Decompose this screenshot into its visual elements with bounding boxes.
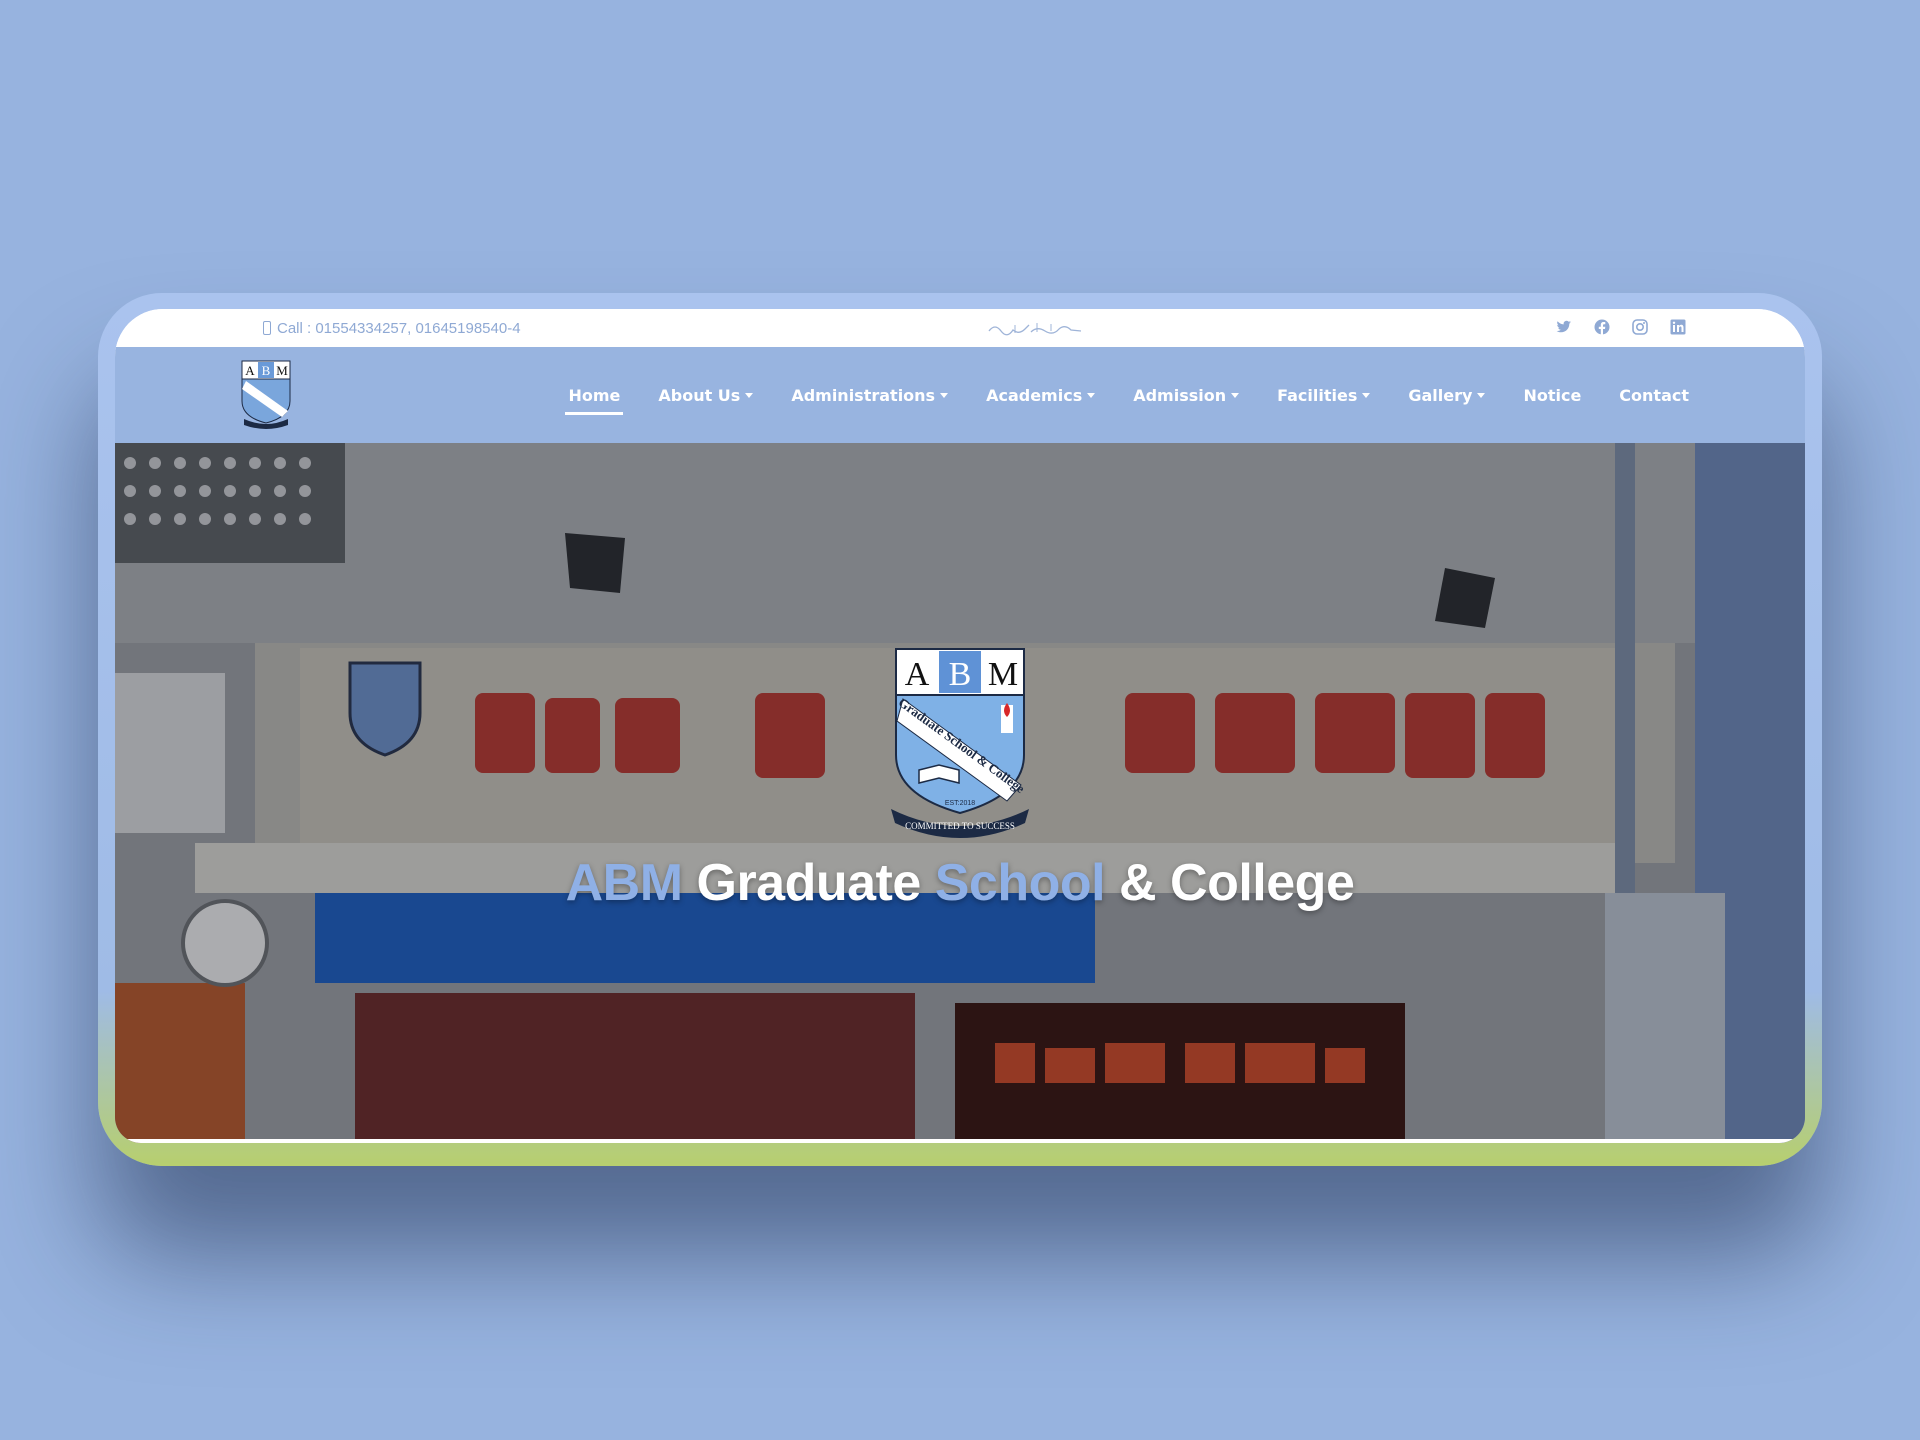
facebook-icon[interactable] <box>1593 318 1611 336</box>
hero-title-abm: ABM <box>565 854 683 912</box>
svg-text:A: A <box>245 363 255 378</box>
logo-letter-m: M <box>988 656 1018 693</box>
nav-item-contact[interactable]: Contact <box>1619 386 1689 405</box>
logo-motto-text: COMMITTED TO SUCCESS <box>905 821 1015 831</box>
nav-item-gallery[interactable]: Gallery <box>1408 386 1486 405</box>
nav-item-home[interactable]: Home <box>565 386 624 415</box>
social-links <box>1555 318 1687 336</box>
nav-item-facilities[interactable]: Facilities <box>1277 386 1371 405</box>
main-navbar: A B M Home About Us Administrations Acad… <box>115 347 1805 443</box>
chevron-down-icon <box>1087 392 1096 398</box>
nav-item-about-us[interactable]: About Us <box>658 386 754 405</box>
chevron-down-icon <box>1231 392 1240 398</box>
bismillah-calligraphy-icon <box>988 323 1082 336</box>
nav-item-notice[interactable]: Notice <box>1523 386 1581 405</box>
hero-bottom-border <box>115 1139 1805 1143</box>
phone-icon <box>263 321 271 335</box>
instagram-icon[interactable] <box>1631 318 1649 336</box>
logo-est-text: EST:2018 <box>945 800 975 807</box>
hero-school-logo: A B M Graduate School & College EST:2018… <box>891 648 1029 838</box>
hero-title-college: & College <box>1119 854 1355 912</box>
call-text: Call : 01554334257, 01645198540-4 <box>277 319 521 337</box>
nav-item-administrations[interactable]: Administrations <box>791 386 949 405</box>
chevron-down-icon <box>745 392 754 398</box>
linkedin-icon[interactable] <box>1669 318 1687 336</box>
chevron-down-icon <box>940 392 949 398</box>
svg-text:M: M <box>276 363 288 378</box>
nav-item-academics[interactable]: Academics <box>986 386 1096 405</box>
hero-title-school: School <box>934 854 1106 912</box>
nav-item-admission[interactable]: Admission <box>1133 386 1240 405</box>
hero-banner: A B M Graduate School & College EST:2018… <box>115 443 1805 1143</box>
top-bar: Call : 01554334257, 01645198540-4 <box>115 309 1805 347</box>
chevron-down-icon <box>1362 392 1371 398</box>
hero-title: ABM Graduate School & College <box>115 853 1805 913</box>
twitter-icon[interactable] <box>1555 318 1573 336</box>
nav-menu: Home About Us Administrations Academics … <box>565 347 1689 443</box>
logo-letter-a: A <box>905 656 930 693</box>
call-info: Call : 01554334257, 01645198540-4 <box>263 309 521 347</box>
chevron-down-icon <box>1477 392 1486 398</box>
logo-letter-b: B <box>949 656 972 693</box>
svg-text:B: B <box>262 363 271 378</box>
browser-screen: Call : 01554334257, 01645198540-4 A B M … <box>115 309 1805 1143</box>
hero-title-graduate: Graduate <box>696 854 922 912</box>
school-logo[interactable]: A B M <box>240 359 292 429</box>
